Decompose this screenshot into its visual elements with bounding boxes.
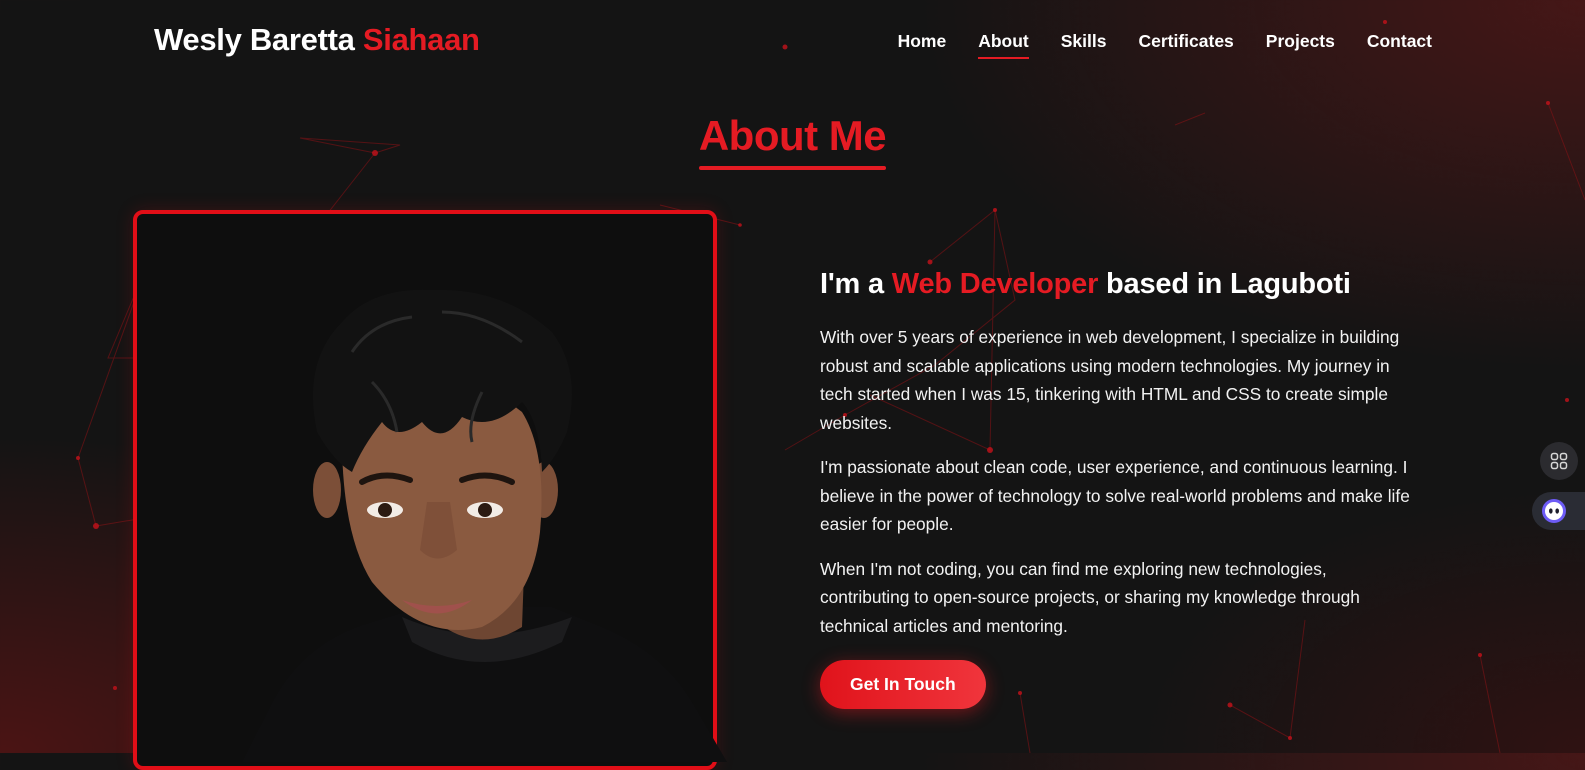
nav-link-skills[interactable]: Skills	[1061, 31, 1107, 56]
assistant-bot-icon	[1542, 499, 1566, 523]
brand-name-accent: Siahaan	[362, 22, 480, 57]
nav-link-home[interactable]: Home	[898, 31, 947, 56]
apps-grid-icon	[1550, 452, 1568, 470]
headline-prefix: I'm a	[820, 268, 884, 300]
headline-suffix: based in Laguboti	[1106, 268, 1351, 300]
get-in-touch-button[interactable]: Get In Touch	[820, 660, 986, 709]
about-section-title-wrap: About Me	[0, 112, 1585, 170]
about-paragraph: With over 5 years of experience in web d…	[820, 327, 1400, 433]
brand-name: Wesly Baretta	[154, 22, 355, 57]
headline-role: Web Developer	[891, 268, 1099, 300]
section-title: About Me	[698, 112, 887, 170]
profile-photo	[242, 289, 727, 762]
nav-link-certificates[interactable]: Certificates	[1138, 31, 1233, 56]
site-logo[interactable]: Wesly Baretta Siahaan	[154, 22, 480, 58]
site-header: Wesly Baretta Siahaan Home About Skills …	[0, 0, 1585, 86]
nav-link-contact[interactable]: Contact	[1367, 31, 1432, 56]
nav-link-projects[interactable]: Projects	[1266, 31, 1335, 56]
about-paragraph: When I'm not coding, you can find me exp…	[820, 558, 1360, 636]
about-paragraph: I'm passionate about clean code, user ex…	[820, 457, 1410, 534]
main-nav: Home About Skills Certificates Projects …	[898, 31, 1432, 59]
side-widget-apps[interactable]	[1540, 442, 1578, 480]
side-widget-assistant[interactable]	[1532, 492, 1585, 530]
about-headline: I'm a Web Developer based in Laguboti	[820, 268, 1420, 301]
about-content: I'm a Web Developer based in Laguboti Wi…	[820, 268, 1420, 709]
nav-link-about[interactable]: About	[978, 31, 1029, 59]
